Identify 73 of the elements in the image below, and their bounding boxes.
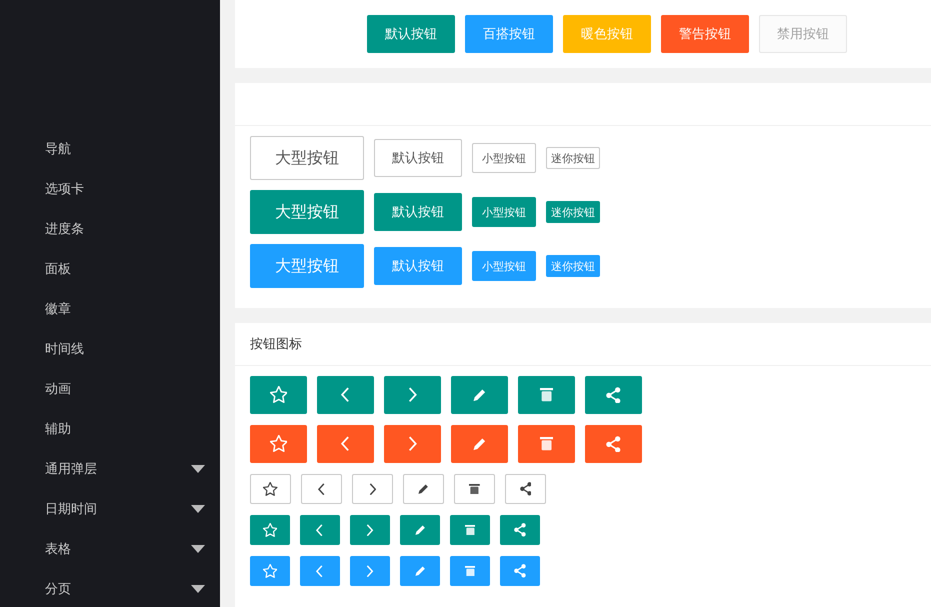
share-button[interactable]	[505, 474, 546, 504]
left-icon	[316, 524, 324, 536]
star-icon	[270, 386, 288, 404]
trash-button[interactable]	[518, 425, 575, 463]
caret-icon	[191, 545, 205, 553]
nav-item[interactable]: 分页	[0, 569, 220, 607]
pencil-icon	[414, 566, 426, 576]
nav-item[interactable]: 进度条	[0, 209, 220, 249]
left-icon	[316, 564, 324, 578]
right-icon	[408, 436, 417, 452]
star-icon	[262, 522, 278, 538]
nav-item[interactable]: 导航	[0, 129, 220, 169]
size-button[interactable]: 默认按钮	[374, 139, 462, 177]
nav-item[interactable]: 通用弹层	[0, 449, 220, 489]
right-icon	[408, 387, 417, 403]
caret-icon	[191, 465, 205, 473]
trash-button[interactable]	[518, 376, 575, 414]
left-button[interactable]	[300, 556, 340, 586]
trash-icon	[469, 484, 480, 494]
nav-item[interactable]: 时间线	[0, 329, 220, 369]
nav-item[interactable]: 日期时间	[0, 489, 220, 529]
nav-item[interactable]: 表格	[0, 529, 220, 569]
theme-button[interactable]: 默认按钮	[367, 15, 455, 53]
pencil-button[interactable]	[403, 474, 444, 504]
size-button[interactable]: 大型按钮	[250, 136, 364, 180]
trash-button[interactable]	[454, 474, 495, 504]
nav-item[interactable]: 徽章	[0, 289, 220, 329]
pencil-icon	[418, 484, 429, 494]
left-button[interactable]	[301, 474, 342, 504]
size-button[interactable]: 小型按钮	[472, 197, 536, 227]
left-icon	[341, 436, 350, 452]
size-button[interactable]: 默认按钮	[374, 193, 462, 231]
size-button[interactable]: 迷你按钮	[546, 147, 600, 169]
star-icon	[262, 564, 278, 578]
trash-button[interactable]	[450, 515, 490, 545]
pencil-icon	[414, 524, 426, 536]
star-icon	[263, 482, 278, 496]
trash-icon	[464, 524, 476, 536]
right-button[interactable]	[352, 474, 393, 504]
share-icon	[514, 564, 526, 578]
right-icon	[366, 564, 374, 578]
size-button[interactable]: 迷你按钮	[546, 201, 600, 223]
trash-icon	[464, 566, 476, 576]
caret-icon	[191, 505, 205, 513]
caret-icon	[191, 585, 205, 593]
share-icon	[514, 523, 526, 537]
right-button[interactable]	[350, 556, 390, 586]
trash-icon	[540, 388, 554, 402]
size-button[interactable]: 小型按钮	[472, 143, 536, 173]
share-icon	[606, 436, 621, 452]
pencil-icon	[473, 438, 486, 450]
panel-title: 按钮图标	[250, 336, 302, 353]
trash-icon	[540, 437, 554, 451]
right-icon	[368, 482, 376, 496]
size-button[interactable]: 大型按钮	[250, 190, 364, 234]
right-button[interactable]	[350, 515, 390, 545]
star-button[interactable]	[250, 515, 290, 545]
left-icon	[318, 482, 326, 496]
nav-item[interactable]: 辅助	[0, 409, 220, 449]
star-button[interactable]	[250, 425, 307, 463]
left-icon	[341, 387, 350, 403]
share-icon	[606, 386, 621, 404]
star-button[interactable]	[250, 474, 291, 504]
left-button[interactable]	[300, 515, 340, 545]
right-icon	[366, 524, 374, 536]
star-button[interactable]	[250, 376, 307, 414]
nav-item[interactable]: 选项卡	[0, 169, 220, 209]
star-icon	[270, 435, 288, 453]
pencil-icon	[473, 388, 486, 402]
star-button[interactable]	[250, 556, 290, 586]
share-icon	[520, 482, 532, 496]
nav-item[interactable]: 动画	[0, 369, 220, 409]
nav-item[interactable]: 面板	[0, 249, 220, 289]
